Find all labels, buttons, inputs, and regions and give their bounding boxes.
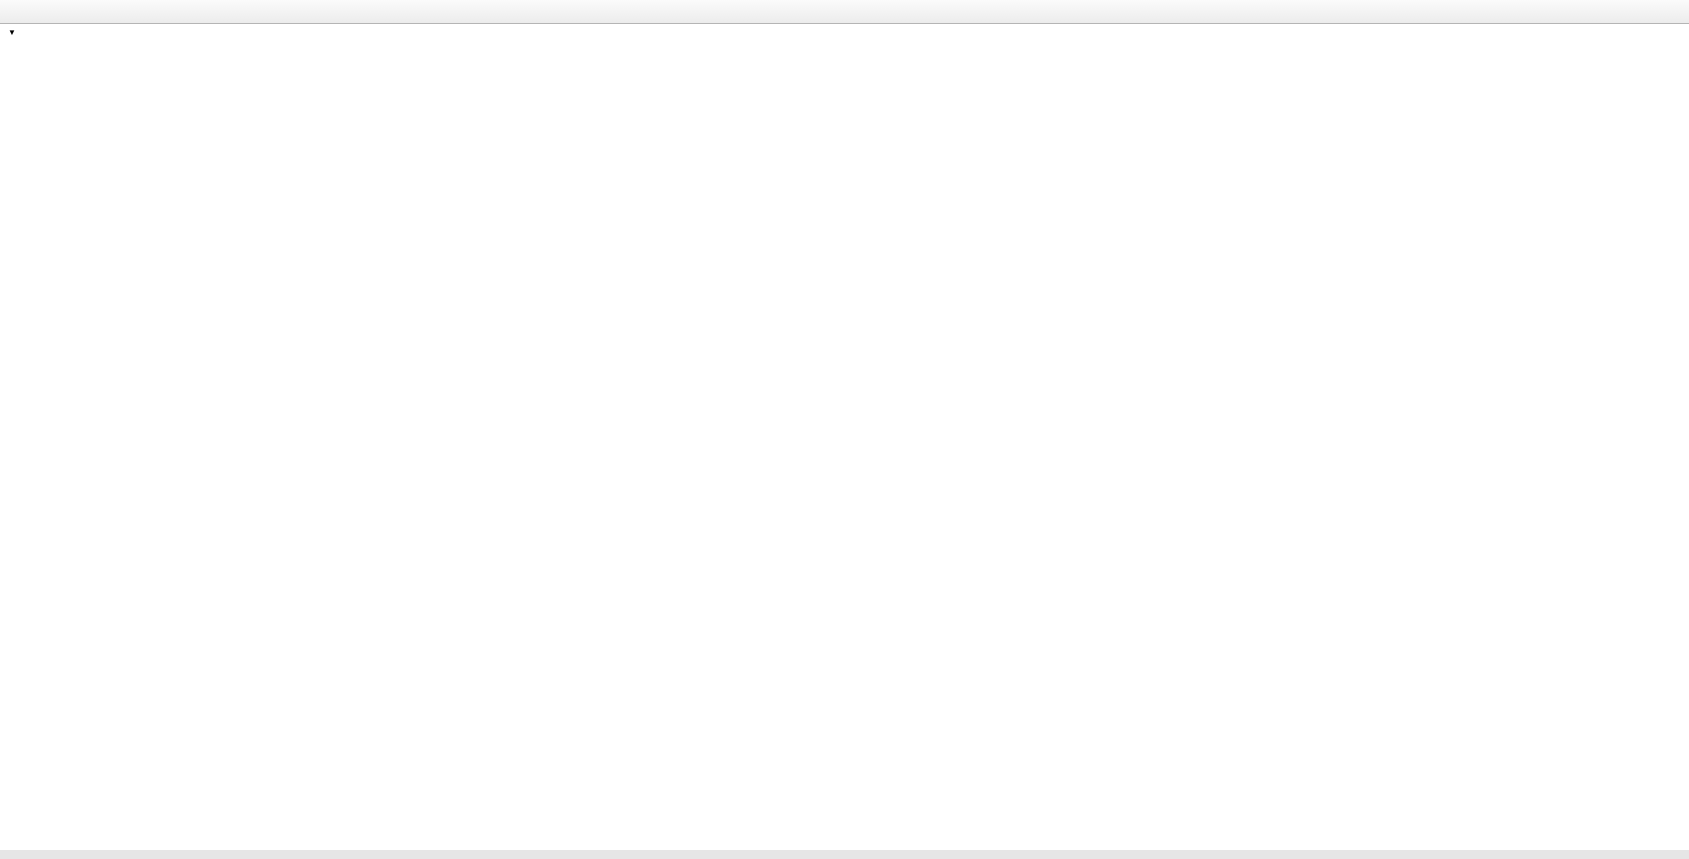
toolbar: [0, 0, 1689, 24]
chart-title: ▼: [8, 28, 46, 37]
collapse-ohlc-icon[interactable]: ▼: [8, 28, 16, 37]
chart-window: ▼: [0, 24, 1689, 850]
chart-canvas[interactable]: [0, 24, 1689, 850]
